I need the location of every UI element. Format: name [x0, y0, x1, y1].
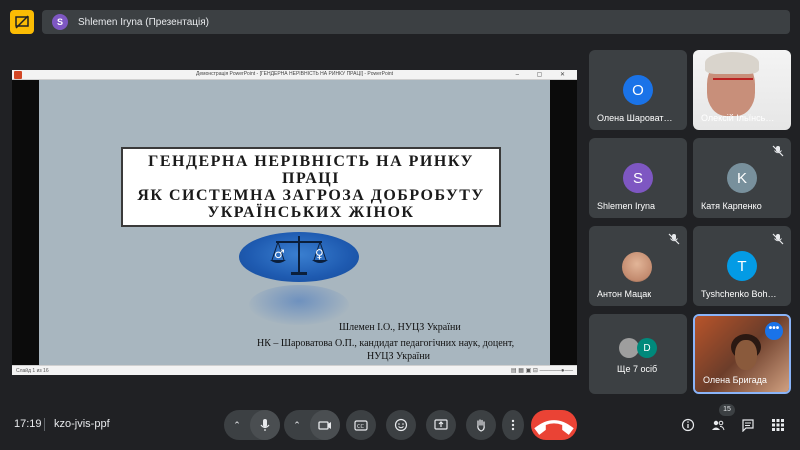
chat-icon[interactable] [739, 416, 757, 434]
emblem-reflection [249, 285, 349, 325]
mic-off-icon [772, 233, 784, 245]
slide-supervisor: НК – Шароватова О.П., кандидат педагогіч… [257, 338, 515, 349]
shared-screen: Демонстрація PowerPoint - [ГЕНДЕРНА НЕРІ… [12, 70, 577, 375]
divider [44, 418, 45, 431]
participant-glasses [713, 78, 753, 86]
participant-tile[interactable]: Олексій Ільїнсь… [693, 50, 791, 130]
participant-tile[interactable]: Антон Мацак [589, 226, 687, 306]
emoji-icon[interactable] [386, 410, 416, 440]
presenter-bar[interactable]: S Shlemen Iryna (Презентація) [42, 10, 790, 34]
participant-name: Катя Карпенко [701, 201, 762, 211]
others-tile[interactable]: D Ще 7 осіб [589, 314, 687, 394]
participant-tile[interactable]: O Олена Шароват… [589, 50, 687, 130]
participant-tile[interactable]: T Tyshchenko Boh… [693, 226, 791, 306]
powerpoint-statusbar: Слайд 1 из 16 ▤ ▦ ▣ ⊟ ─────●── [12, 365, 577, 375]
participant-hair [705, 52, 759, 74]
slide-title-box: ГЕНДЕРНА НЕРІВНІСТЬ НА РИНКУ ПРАЦІ ЯК СИ… [121, 147, 501, 227]
svg-text:CC: CC [357, 424, 364, 430]
slide-title-line: УКРАЇНСЬКИХ ЖІНОК [207, 204, 415, 221]
avatar: K [727, 163, 757, 193]
participant-name: Shlemen Iryna [597, 201, 656, 211]
mic-off-icon [772, 145, 784, 157]
meet-window: S Shlemen Iryna (Презентація) Демонстрац… [0, 0, 800, 450]
participant-name: Олена Шароват… [597, 113, 673, 123]
others-avatar: D [637, 338, 657, 358]
others-count-label: Ще 7 осіб [617, 364, 658, 374]
present-icon[interactable] [10, 10, 34, 34]
presenter-avatar: S [52, 14, 68, 30]
activities-icon[interactable] [769, 416, 787, 434]
participant-name: Олена Бригада [703, 375, 767, 385]
more-options-icon[interactable] [502, 410, 524, 440]
camera-control-group: ⌃ [284, 410, 340, 440]
slide-letterbox-left [12, 80, 39, 365]
window-controls-icon: – ▢ ✕ [515, 72, 573, 78]
avatar: O [623, 75, 653, 105]
captions-icon[interactable]: CC [346, 410, 376, 440]
view-controls-icon: ▤ ▦ ▣ ⊟ ─────●── [510, 368, 573, 374]
slide-letterbox-right [550, 80, 577, 365]
end-call-icon [534, 420, 574, 435]
camera-icon[interactable] [310, 410, 340, 440]
slide-counter: Слайд 1 из 16 [16, 368, 49, 374]
camera-options-chevron-icon[interactable]: ⌃ [284, 420, 310, 431]
more-options-icon[interactable]: ••• [765, 322, 783, 340]
people-icon[interactable] [709, 416, 727, 434]
participant-photo [622, 252, 652, 282]
participant-tile-active[interactable]: ••• Олена Бригада [693, 314, 791, 394]
slide-title-line: ГЕНДЕРНА НЕРІВНІСТЬ НА РИНКУ [148, 153, 474, 170]
end-call-button[interactable] [531, 410, 577, 440]
slide: ГЕНДЕРНА НЕРІВНІСТЬ НА РИНКУ ПРАЦІ ЯК СИ… [39, 80, 550, 365]
svg-text:♀: ♀ [315, 247, 324, 261]
others-avatar-photo [619, 338, 639, 358]
meeting-code: kzo-jvis-ppf [54, 418, 110, 430]
participant-tile[interactable]: K Катя Карпенко [693, 138, 791, 218]
raise-hand-icon[interactable] [466, 410, 496, 440]
presenter-label: Shlemen Iryna (Презентація) [78, 16, 209, 28]
svg-text:♂: ♂ [274, 247, 285, 261]
avatar: S [623, 163, 653, 193]
mic-control-group: ⌃ [224, 410, 280, 440]
avatar: T [727, 251, 757, 281]
slide-author: Шлемен І.О., НУЦЗ України [339, 322, 461, 333]
participant-name: Олексій Ільїнсь… [701, 113, 775, 123]
participant-name: Tyshchenko Boh… [701, 289, 777, 299]
mic-icon[interactable] [250, 410, 280, 440]
participant-face [735, 340, 757, 370]
participant-tile[interactable]: S Shlemen Iryna [589, 138, 687, 218]
participant-name: Антон Мацак [597, 289, 652, 299]
present-screen-icon[interactable] [426, 410, 456, 440]
powerpoint-window-title: Демонстрація PowerPoint - [ГЕНДЕРНА НЕРІ… [195, 71, 394, 77]
powerpoint-titlebar: Демонстрація PowerPoint - [ГЕНДЕРНА НЕРІ… [12, 70, 577, 80]
mic-options-chevron-icon[interactable]: ⌃ [224, 420, 250, 431]
participant-count-badge: 15 [719, 404, 735, 416]
slide-title-line: ЯК СИСТЕМНА ЗАГРОЗА ДОБРОБУТУ [137, 187, 485, 204]
scales-icon: ♂ ♀ [270, 236, 328, 275]
clock: 17:19 [14, 418, 42, 430]
mic-off-icon [668, 233, 680, 245]
slide-affiliation: НУЦЗ України [367, 351, 431, 362]
slide-title-line: ПРАЦІ [282, 170, 340, 187]
info-icon[interactable] [679, 416, 697, 434]
